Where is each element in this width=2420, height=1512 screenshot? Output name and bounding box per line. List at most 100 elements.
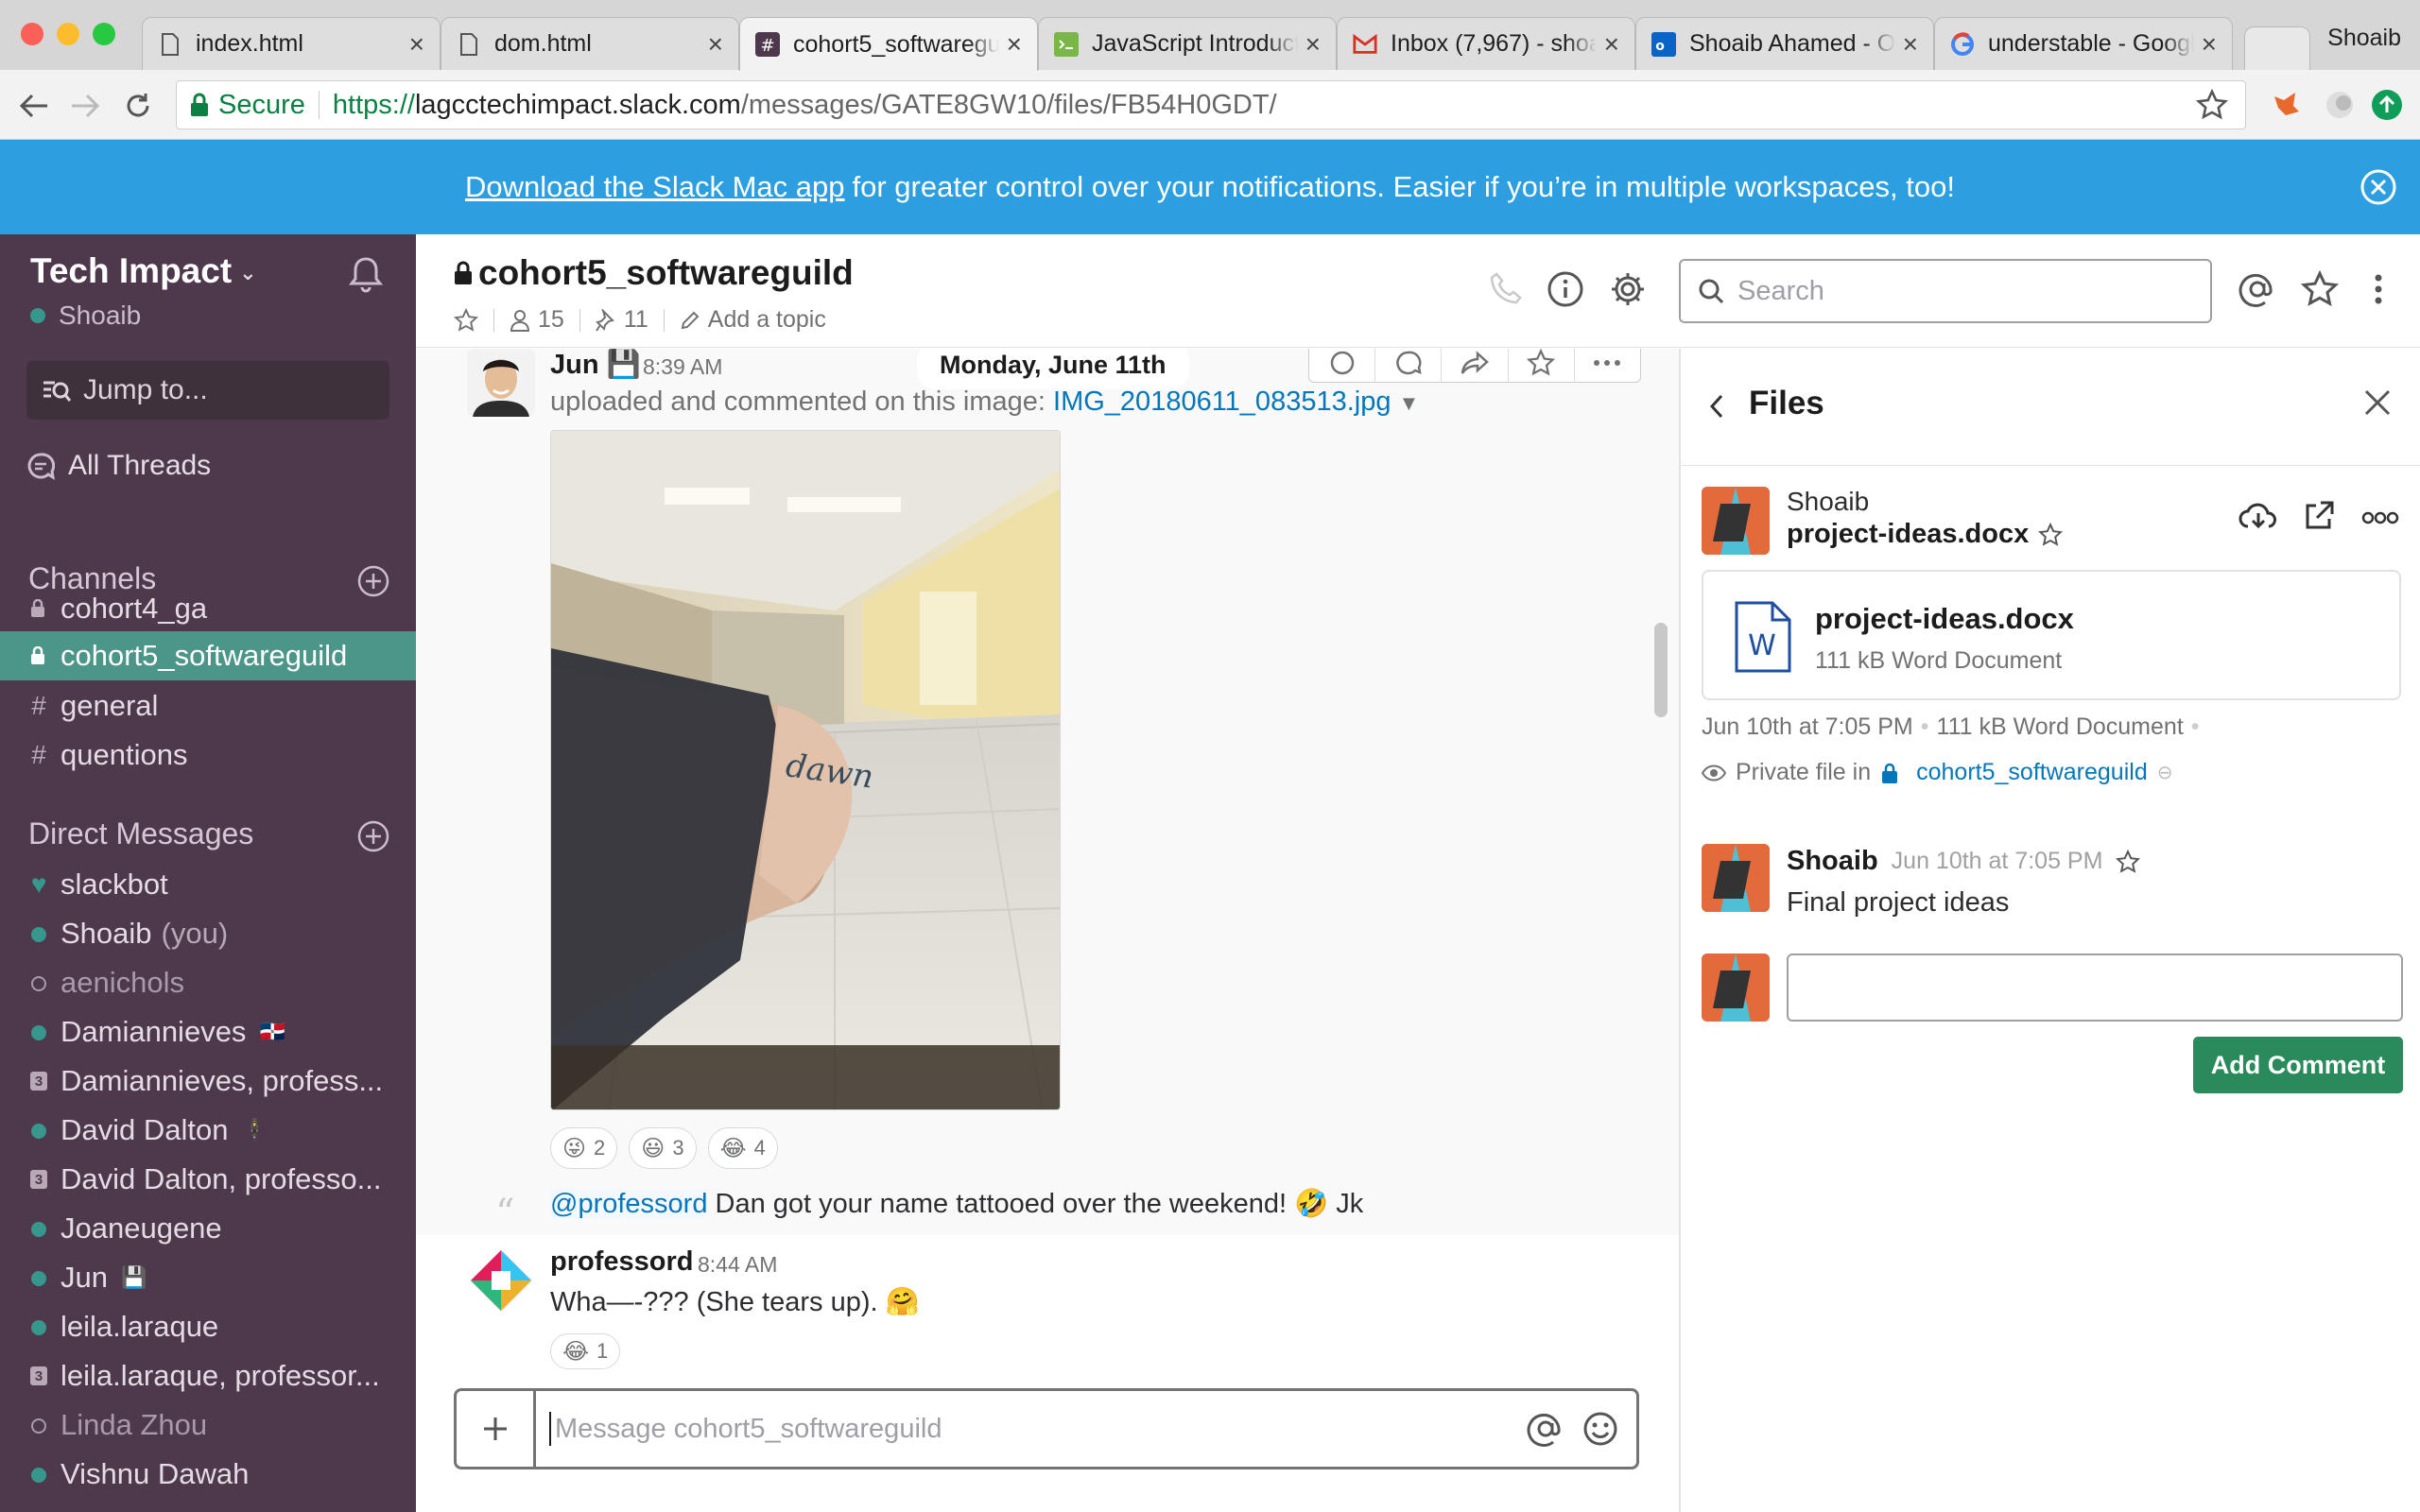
comment-author[interactable]: Shoaib [1787, 846, 1878, 877]
star-message-icon[interactable] [1509, 349, 1575, 382]
sidebar-dm-shoaib[interactable]: Shoaib (you) [0, 910, 416, 957]
sidebar-dm-vishnu-dawah[interactable]: Vishnu Dawah [0, 1451, 416, 1498]
browser-tab[interactable]: JavaScript Introduction × [1038, 17, 1337, 70]
tab-close-icon[interactable]: × [1305, 29, 1321, 60]
avatar-shoaib[interactable] [1702, 487, 1770, 555]
mention-at-icon[interactable] [1527, 1410, 1564, 1448]
sidebar-dm-slackbot[interactable]: ♥ slackbot [0, 861, 416, 908]
plus-icon[interactable] [457, 1391, 536, 1467]
add-topic-link[interactable]: Add a topic [680, 306, 826, 334]
gear-icon[interactable] [1609, 270, 1647, 308]
back-arrow-icon[interactable] [15, 87, 53, 125]
sidebar-dm-jun[interactable]: Jun 💾 [0, 1254, 416, 1301]
member-count[interactable]: 15 [510, 306, 564, 334]
sidebar-dm-joaneugene[interactable]: Joaneugene [0, 1205, 416, 1252]
file-uploader[interactable]: Shoaib [1787, 487, 1869, 517]
extension-grey-icon[interactable] [2322, 87, 2358, 123]
comment-input[interactable] [1787, 954, 2403, 1022]
message-scrollbar[interactable] [1654, 623, 1668, 717]
jump-to-button[interactable]: Jump to... [26, 361, 389, 420]
uploaded-image[interactable]: dawn [550, 430, 1061, 1110]
message-input[interactable]: Message cohort5_softwareguild [536, 1391, 1527, 1467]
sidebar-channel-general[interactable]: # general [0, 682, 416, 730]
message-timestamp[interactable]: 8:44 AM [698, 1252, 777, 1278]
tab-close-icon[interactable]: × [409, 29, 424, 60]
share-message-icon[interactable] [1442, 349, 1509, 382]
minus-circle-icon[interactable]: ⊖ [2157, 761, 2173, 784]
mentions-at-icon[interactable] [2238, 270, 2276, 308]
address-bar[interactable]: Secure https:// lagcctechimpact.slack.co… [176, 80, 2246, 129]
browser-tab[interactable]: dom.html × [441, 17, 739, 70]
zoom-window-button[interactable] [93, 23, 115, 45]
add-reaction-icon[interactable] [1309, 349, 1376, 382]
tab-close-icon[interactable]: × [708, 29, 723, 60]
more-actions-icon[interactable] [1575, 349, 1640, 382]
download-app-link[interactable]: Download the Slack Mac app [465, 170, 845, 204]
starred-items-icon[interactable] [2301, 270, 2339, 308]
open-external-icon[interactable] [2303, 500, 2335, 532]
channel-title[interactable]: cohort5_softwareguild [454, 253, 854, 293]
team-menu[interactable]: Tech Impact ⌄ [30, 251, 257, 291]
browser-tab[interactable]: o Shoaib Ahamed - Outlook × [1635, 17, 1934, 70]
sidebar-channel-cohort5-softwareguild[interactable]: cohort5_softwareguild [0, 631, 416, 680]
download-cloud-icon[interactable] [2238, 500, 2278, 534]
browser-tab[interactable]: Inbox (7,967) - shoaib × [1337, 17, 1635, 70]
message-timestamp[interactable]: 8:39 AM [643, 354, 722, 380]
browser-profile-name[interactable]: Shoaib [2327, 25, 2401, 52]
add-comment-button[interactable]: Add Comment [2193, 1037, 2403, 1093]
caret-down-icon[interactable]: ▼ [1399, 391, 1420, 415]
reaction-pill[interactable]: 😂 1 [550, 1333, 621, 1369]
star-icon[interactable] [2116, 849, 2141, 874]
avatar-professord[interactable] [467, 1246, 535, 1314]
all-threads-link[interactable]: All Threads [26, 450, 211, 482]
star-icon[interactable] [454, 307, 478, 333]
sidebar-dm-leila-laraque[interactable]: leila.laraque [0, 1303, 416, 1350]
new-tab-button[interactable] [2244, 26, 2310, 70]
shared-channel-link[interactable]: cohort5_softwareguild ⊖ [1880, 759, 2172, 786]
more-horizontal-icon[interactable] [2361, 511, 2399, 524]
tab-close-icon[interactable]: × [2202, 29, 2217, 60]
sidebar-group-dm-damiannieves[interactable]: 3 Damiannieves, profess... [0, 1057, 416, 1105]
search-input[interactable]: Search [1679, 259, 2212, 323]
message-author[interactable]: professord [550, 1246, 693, 1278]
chevron-left-icon[interactable] [1707, 392, 1726, 421]
reaction-pill[interactable]: 😃 3 [629, 1127, 697, 1169]
extension-update-icon[interactable] [2369, 87, 2405, 123]
star-icon[interactable] [2038, 522, 2064, 547]
close-circle-icon[interactable] [2360, 168, 2397, 206]
add-direct-message-icon[interactable] [357, 820, 389, 852]
tab-close-icon[interactable]: × [1604, 29, 1619, 60]
reply-thread-icon[interactable] [1375, 349, 1443, 382]
extension-fox-icon[interactable] [2269, 87, 2305, 123]
bookmark-star-icon[interactable] [2196, 89, 2228, 121]
phone-icon[interactable] [1488, 270, 1524, 306]
sidebar-dm-aenichols[interactable]: aenichols [0, 959, 416, 1006]
direct-messages-header[interactable]: Direct Messages [28, 816, 253, 851]
sidebar-channel-quentions[interactable]: # quentions [0, 731, 416, 779]
message-author[interactable]: Jun 💾 [550, 349, 641, 381]
sidebar-dm-david-dalton[interactable]: David Dalton 🕴 [0, 1107, 416, 1154]
close-window-button[interactable] [21, 23, 43, 45]
tab-close-icon[interactable]: × [1007, 29, 1022, 60]
user-mention[interactable]: @professord [550, 1189, 708, 1219]
reaction-pill[interactable]: 😂 4 [707, 1127, 778, 1169]
bell-icon[interactable] [348, 255, 384, 293]
close-icon[interactable] [2363, 388, 2392, 417]
info-icon[interactable] [1547, 270, 1584, 308]
sidebar-dm-linda-zhou[interactable]: Linda Zhou [0, 1401, 416, 1449]
sidebar-group-dm-david-dalton[interactable]: 3 David Dalton, professo... [0, 1156, 416, 1203]
browser-tab[interactable]: index.html × [142, 17, 441, 70]
emoji-picker-icon[interactable] [1582, 1410, 1619, 1448]
avatar-shoaib[interactable] [1702, 844, 1770, 912]
minimize-window-button[interactable] [57, 23, 79, 45]
comment-timestamp[interactable]: Jun 10th at 7:05 PM [1892, 848, 2103, 875]
forward-arrow-icon[interactable] [66, 87, 104, 125]
browser-tab[interactable]: understable - Google Search × [1934, 17, 2233, 70]
pinned-count[interactable]: 11 [595, 306, 648, 334]
file-name[interactable]: project-ideas.docx [1787, 519, 2029, 550]
browser-tab-active[interactable]: # cohort5_softwareguild × [739, 17, 1038, 71]
sidebar-group-dm-leila-laraque[interactable]: 3 leila.laraque, professor... [0, 1352, 416, 1400]
more-vertical-icon[interactable] [2373, 270, 2384, 308]
reaction-pill[interactable]: 😜 2 [550, 1127, 618, 1169]
sidebar-dm-damiannieves[interactable]: Damiannieves 🇩🇴 [0, 1008, 416, 1056]
